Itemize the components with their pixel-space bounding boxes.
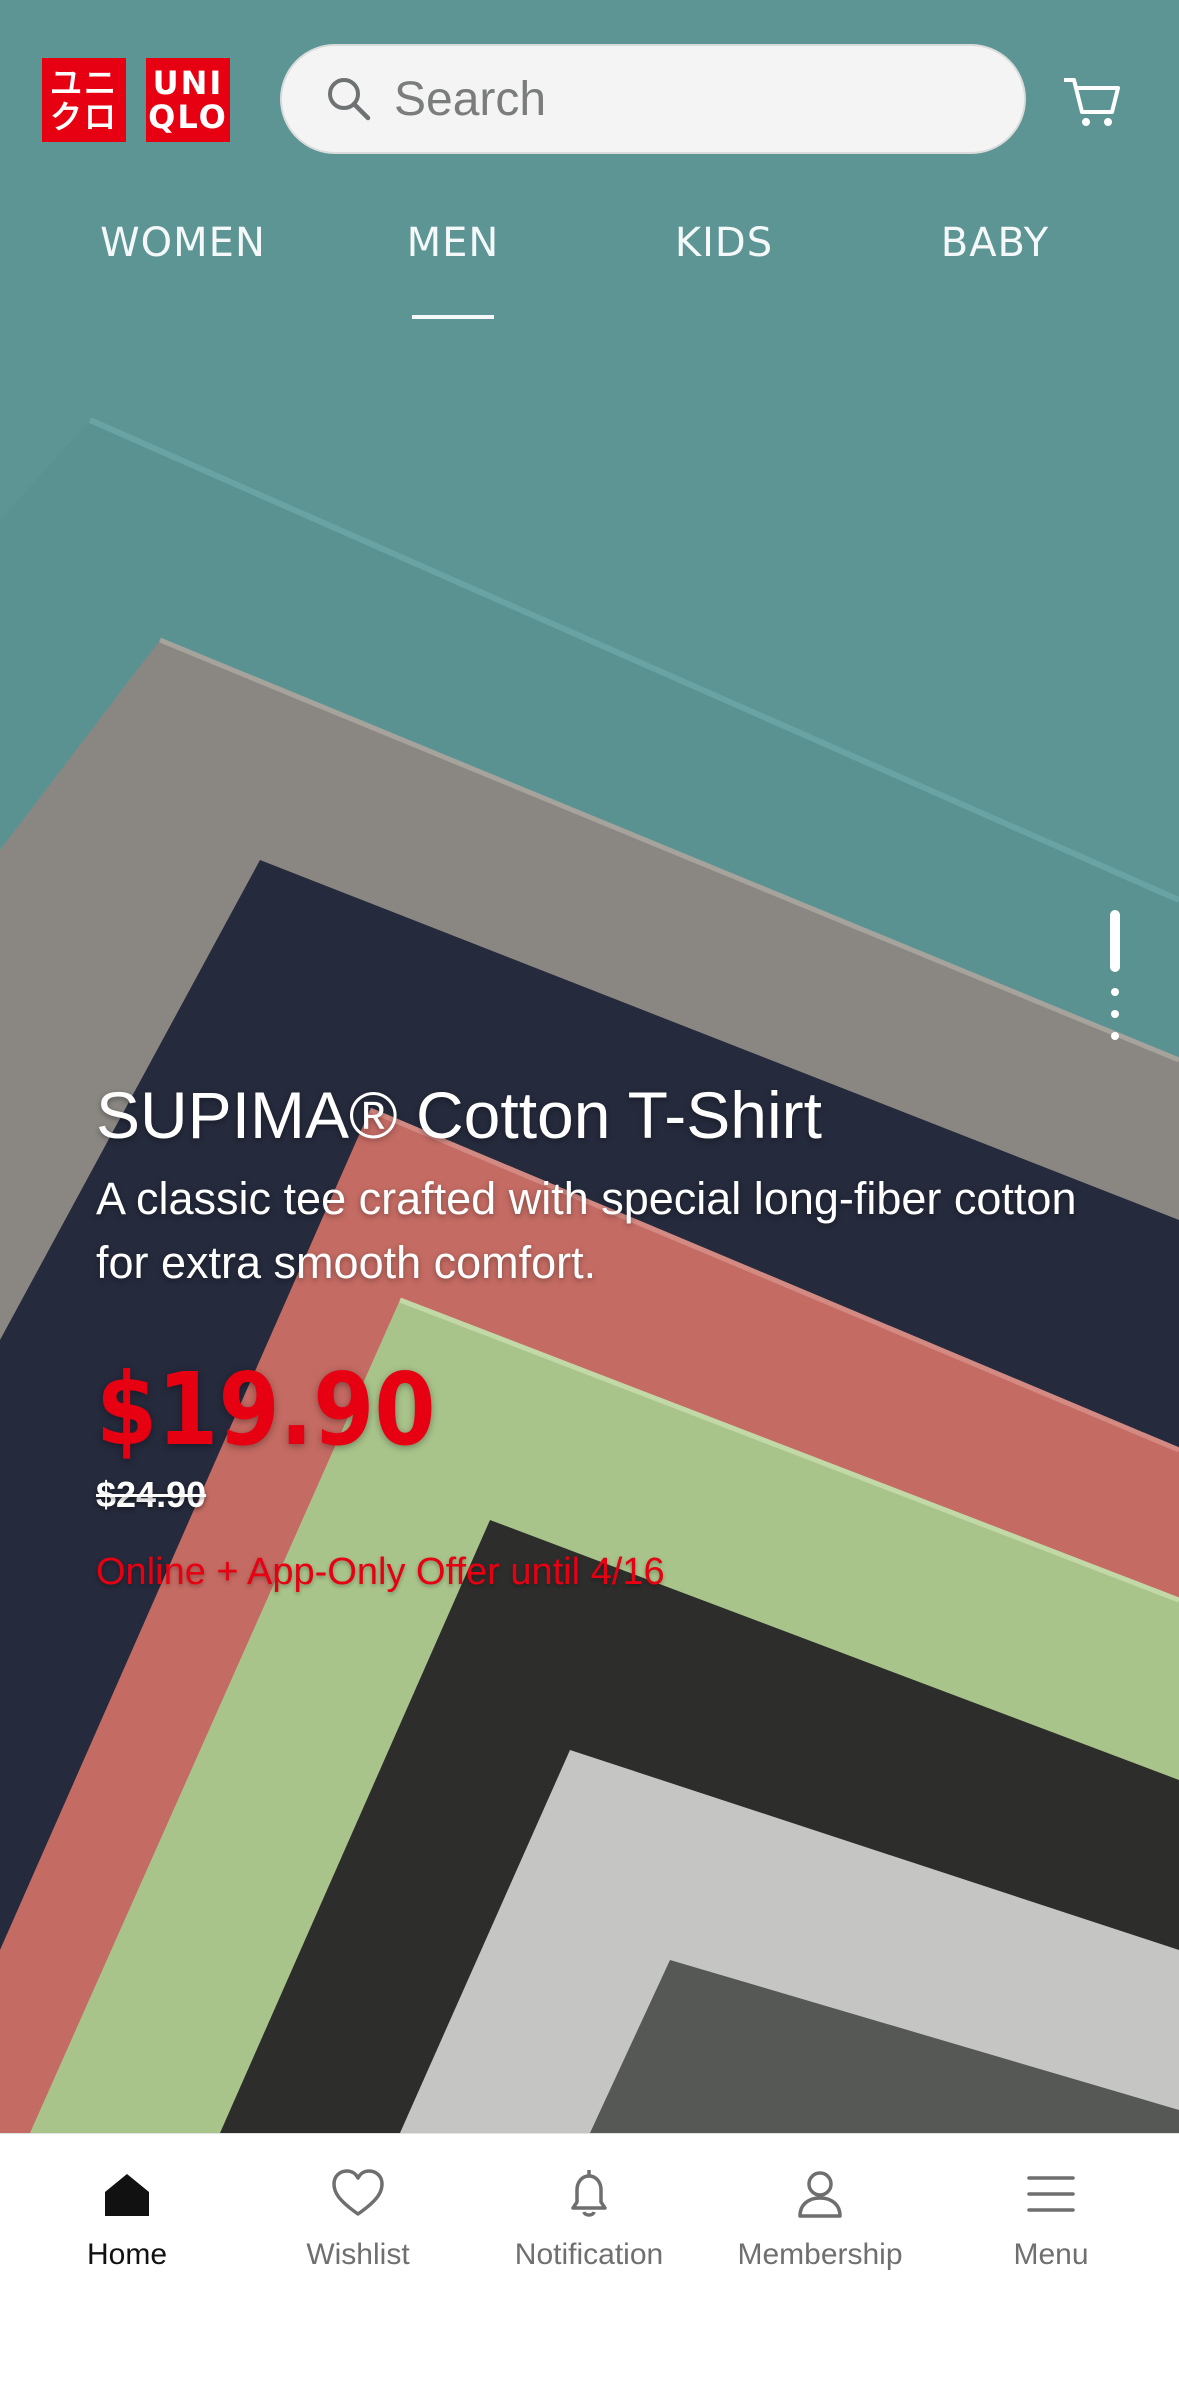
- person-icon: [798, 2171, 842, 2218]
- hero-image: [0, 0, 1179, 2133]
- carousel-dot: [1111, 1010, 1119, 1018]
- search-input[interactable]: [392, 70, 996, 128]
- tabbar-notification[interactable]: Notification: [479, 2164, 699, 2272]
- cart-icon[interactable]: [1060, 72, 1124, 132]
- hero-banner[interactable]: ユニ クロ UNI QLO WOMEN MEN KIDS BABY SUPIMA…: [0, 0, 1179, 2133]
- offer-text: Online + App-Only Offer until 4/16: [96, 1551, 665, 1593]
- tabbar-membership-label: Membership: [737, 2238, 903, 2271]
- promo-content[interactable]: SUPIMA® Cotton T-Shirt A classic tee cra…: [96, 1075, 1136, 1597]
- uniqlo-logo[interactable]: ユニ クロ UNI QLO: [42, 58, 230, 142]
- tabbar-membership[interactable]: Membership: [710, 2164, 930, 2272]
- search-icon: [324, 74, 374, 124]
- tabbar-menu-label: Menu: [1013, 2238, 1089, 2271]
- carousel-indicator[interactable]: [1108, 910, 1122, 1054]
- bottom-tab-bar: Home Wishlist Notification Membership Me…: [0, 2133, 1179, 2397]
- sale-price: $19.90: [96, 1351, 436, 1468]
- tab-kids[interactable]: KIDS: [675, 220, 773, 266]
- logo-katakana-box: ユニ クロ: [42, 58, 126, 142]
- logo-katakana-line2: クロ: [49, 98, 118, 136]
- carousel-dot: [1111, 1032, 1119, 1040]
- tabbar-menu[interactable]: Menu: [941, 2164, 1161, 2272]
- menu-icon: [1027, 2176, 1075, 2212]
- logo-katakana-line1: ユニ: [49, 64, 118, 102]
- selected-tab-indicator: [412, 315, 494, 319]
- promo-description: A classic tee crafted with special long-…: [96, 1173, 1077, 1288]
- logo-latin-line2: QLO: [148, 98, 228, 136]
- tabbar-wishlist-label: Wishlist: [306, 2238, 410, 2271]
- promo-title: SUPIMA® Cotton T-Shirt: [96, 1078, 822, 1152]
- original-price: $24.90: [96, 1474, 207, 1515]
- tabbar-home[interactable]: Home: [17, 2164, 237, 2272]
- bell-icon: [571, 2170, 607, 2217]
- tabbar-notification-label: Notification: [514, 2238, 664, 2271]
- logo-latin-line1: UNI: [152, 64, 224, 102]
- home-icon: [105, 2174, 149, 2216]
- carousel-dot: [1111, 988, 1119, 996]
- heart-icon: [332, 2169, 384, 2216]
- tab-women[interactable]: WOMEN: [100, 220, 266, 266]
- carousel-dot-active: [1110, 910, 1120, 972]
- tabbar-home-label: Home: [86, 2238, 168, 2271]
- tab-baby[interactable]: BABY: [941, 220, 1050, 266]
- logo-latin-box: UNI QLO: [146, 58, 230, 142]
- tabbar-wishlist[interactable]: Wishlist: [248, 2164, 468, 2272]
- tab-men[interactable]: MEN: [407, 220, 500, 266]
- search-bar[interactable]: [280, 44, 1026, 154]
